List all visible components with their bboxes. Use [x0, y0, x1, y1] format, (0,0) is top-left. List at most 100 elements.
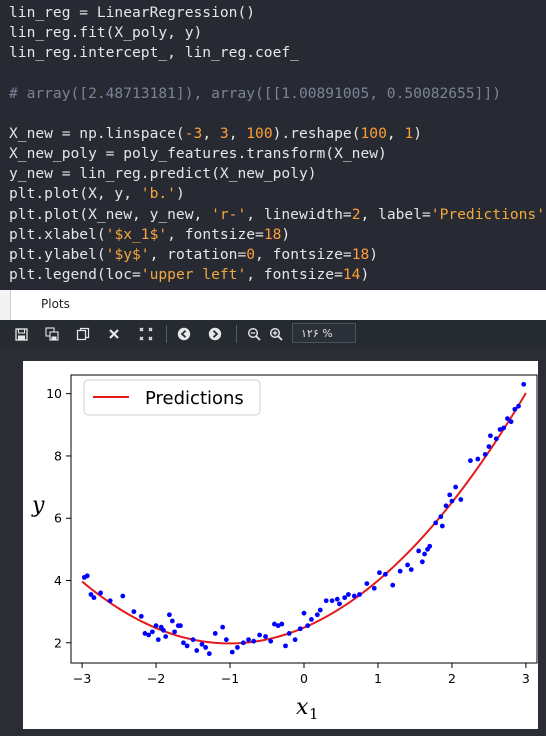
data-point: [377, 570, 382, 576]
plots-toolbar: ١٢۶ %: [0, 320, 546, 348]
data-point: [178, 623, 183, 629]
data-point: [419, 559, 425, 565]
code-token: ): [175, 185, 185, 203]
code-token: 14: [342, 265, 361, 283]
data-point: [416, 548, 422, 554]
data-point: [357, 592, 362, 597]
data-point: [345, 592, 351, 597]
data-point: [220, 624, 226, 630]
data-point: [521, 381, 527, 387]
save-icon[interactable]: [11, 324, 31, 344]
zoom-out-icon[interactable]: [244, 324, 264, 344]
code-line: X_new_poly = poly_features.transform(X_n…: [9, 145, 387, 162]
data-point: [199, 641, 205, 647]
data-point: [408, 567, 414, 572]
code-token: plt.plot(X, y,: [9, 185, 141, 203]
data-point: [229, 649, 235, 655]
remove-all-icon[interactable]: [136, 324, 156, 344]
data-point: [371, 585, 377, 591]
data-point: [286, 631, 292, 636]
code-token: X_new_poly = poly_features.transform(X_n…: [9, 145, 387, 163]
code-token: ,: [202, 124, 220, 142]
data-point: [397, 568, 403, 574]
data-point: [382, 571, 388, 577]
data-point: [439, 523, 445, 529]
data-point: [163, 634, 169, 639]
close-icon[interactable]: [104, 324, 124, 344]
y-tick-label: 6: [54, 511, 62, 526]
data-point: [337, 601, 342, 607]
code-token: 18: [351, 245, 370, 263]
data-point: [131, 609, 137, 615]
data-point: [453, 484, 459, 490]
code-line: plt.ylabel('$y$', rotation=0, fontsize=1…: [9, 246, 378, 263]
data-point: [317, 607, 323, 613]
code-token: , label=: [360, 205, 431, 223]
data-point: [251, 638, 257, 644]
y-tick-label: 10: [46, 386, 62, 401]
code-token: ,: [228, 124, 247, 142]
data-point: [235, 645, 240, 650]
code-token: ): [369, 245, 379, 263]
data-point: [206, 651, 212, 657]
prediction-curve: [81, 392, 527, 645]
data-point: [443, 503, 449, 509]
code-token: 'b.': [140, 185, 176, 203]
x-tick-label: −3: [73, 671, 91, 686]
data-point: [468, 458, 473, 464]
data-point: [263, 634, 268, 639]
data-point: [314, 612, 320, 618]
tab-plots[interactable]: Plots: [10, 290, 546, 320]
code-line: y_new = lin_reg.predict(X_new_poly): [9, 165, 317, 182]
data-point: [449, 498, 455, 504]
data-point: [351, 593, 357, 599]
data-point: [172, 629, 177, 635]
code-token: lin_reg.fit(X_poly, y): [9, 24, 203, 42]
data-point: [512, 406, 518, 412]
code-line: # array([2.48713181]), array([[1.0089100…: [9, 85, 501, 102]
code-token: plt.xlabel(: [9, 225, 106, 243]
zoom-level-input[interactable]: ١٢۶ %: [292, 323, 356, 343]
x-axis-label-subscript: 1: [309, 705, 319, 723]
x-tick-label: 1: [374, 671, 382, 686]
code-token: 100: [360, 124, 387, 142]
data-point: [149, 629, 155, 635]
data-point: [279, 621, 285, 627]
code-line: lin_reg.fit(X_poly, y): [9, 24, 202, 41]
data-point: [84, 573, 90, 579]
code-token: ): [360, 265, 370, 283]
code-token: # array([2.48713181]), array([[1.0089100…: [9, 84, 502, 102]
toolbar-separator: [236, 325, 237, 343]
zoom-in-icon[interactable]: [266, 324, 286, 344]
x-tick-label: 3: [522, 671, 530, 686]
code-token: 100: [246, 124, 273, 142]
data-point: [190, 637, 196, 643]
copy-icon[interactable]: [73, 324, 93, 344]
code-editor[interactable]: lin_reg = LinearRegression() lin_reg.fit(…: [0, 0, 546, 290]
data-point: [203, 645, 209, 650]
code-token: , fontsize=: [255, 245, 352, 263]
code-token: ): [281, 225, 291, 243]
data-point: [138, 613, 144, 619]
x-tick-label: −1: [221, 671, 239, 686]
code-token: plt.plot(X_new, y_new,: [9, 205, 212, 223]
data-point: [155, 637, 161, 643]
data-point: [422, 551, 427, 557]
data-point: [305, 623, 311, 629]
data-point: [120, 593, 126, 599]
prev-icon[interactable]: [174, 324, 194, 344]
code-token: 'upper left': [140, 265, 247, 283]
data-point: [458, 497, 464, 502]
data-point: [268, 638, 274, 644]
next-icon[interactable]: [205, 324, 225, 344]
code-token: , fontsize=: [167, 225, 264, 243]
x-tick-label: 2: [448, 671, 456, 686]
x-tick-label: −2: [147, 671, 165, 686]
code-token: , fontsize=: [246, 265, 343, 283]
code-token: lin_reg = LinearRegression(): [9, 4, 256, 21]
data-point: [501, 425, 507, 431]
code-token: '$y$': [105, 245, 150, 263]
save-all-icon[interactable]: [42, 324, 62, 344]
data-point: [246, 637, 251, 643]
data-point: [212, 631, 218, 636]
